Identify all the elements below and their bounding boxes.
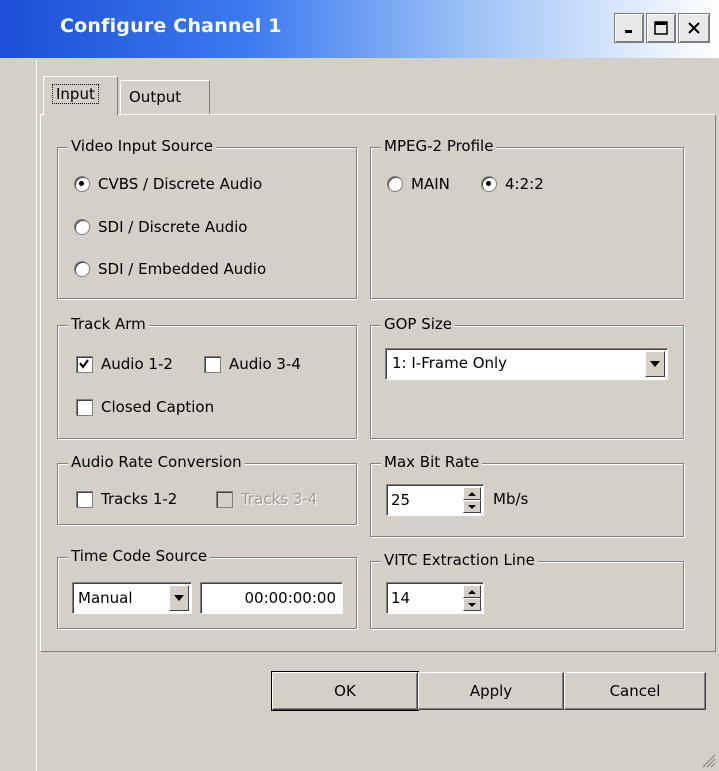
dialog-window: Configure Channel 1 Output Input Video I… [0,0,719,771]
checkbox-box[interactable] [76,490,93,508]
maximize-button[interactable] [646,13,676,43]
max-bit-rate-value: 25 [391,491,411,509]
spin-up-button[interactable] [463,585,481,598]
checkbox-audio-1-2[interactable]: Audio 1-2 [76,355,173,373]
title-bar[interactable]: Configure Channel 1 [0,0,719,58]
radio-label: CVBS / Discrete Audio [98,175,263,193]
checkbox-label: Audio 3-4 [229,355,301,373]
vitc-line-value: 14 [391,589,411,607]
group-label: Time Code Source [68,547,211,565]
group-label: VITC Extraction Line [381,551,538,569]
spin-up-button[interactable] [463,487,481,500]
radio-indicator[interactable] [387,176,403,192]
vitc-line-spinner[interactable] [463,585,481,611]
checkbox-box[interactable] [76,355,93,373]
radio-main[interactable]: MAIN [387,175,450,193]
radio-label: SDI / Embedded Audio [98,260,267,278]
radio-indicator[interactable] [74,261,90,277]
checkbox-label: Tracks 3-4 [241,490,318,508]
checkmark-icon [79,358,89,369]
checkbox-box[interactable] [204,355,221,373]
time-code-mode-value: Manual [78,589,133,607]
checkbox-audio-3-4[interactable]: Audio 3-4 [204,355,301,373]
minimize-button[interactable] [614,13,644,43]
group-label: Audio Rate Conversion [68,453,245,471]
radio-label: SDI / Discrete Audio [98,218,248,236]
track-arm-group: Track Arm [57,315,357,439]
time-code-value: 00:00:00:00 [244,589,336,607]
window-title: Configure Channel 1 [60,15,282,37]
radio-sdi-embedded[interactable]: SDI / Embedded Audio [74,260,266,278]
group-label: Max Bit Rate [381,453,483,471]
close-icon [688,22,700,34]
radio-label: MAIN [411,175,450,193]
radio-indicator[interactable] [481,176,497,192]
tab-input[interactable]: Input [43,76,118,116]
gop-size-group: GOP Size [370,315,684,439]
arrow-up-icon [468,491,476,496]
tab-output[interactable]: Output [120,80,210,116]
apply-button[interactable]: Apply [418,672,564,710]
radio-cvbs-discrete[interactable]: CVBS / Discrete Audio [74,175,262,193]
vitc-line-input[interactable]: 14 [386,582,484,614]
checkbox-label: Closed Caption [101,398,215,416]
chevron-down-icon [650,361,660,367]
maximize-icon [654,21,668,35]
minimize-icon [625,30,632,33]
close-button[interactable] [678,13,710,43]
checkbox-tracks-3-4: Tracks 3-4 [216,490,317,508]
group-label: Track Arm [68,315,149,333]
spin-down-button[interactable] [463,500,481,513]
dropdown-button[interactable] [169,585,189,611]
group-label: MPEG-2 Profile [381,137,497,155]
tab-output-label: Output [129,88,182,106]
ok-button[interactable]: OK [271,671,419,711]
gop-size-dropdown[interactable]: 1: I-Frame Only [385,348,668,380]
checkbox-label: Tracks 1-2 [101,490,178,508]
spin-down-button[interactable] [463,598,481,611]
cancel-button[interactable]: Cancel [564,672,706,710]
radio-indicator[interactable] [74,219,90,235]
chevron-down-icon [174,595,184,601]
radio-sdi-discrete[interactable]: SDI / Discrete Audio [74,218,247,236]
radio-label: 4:2:2 [505,175,544,193]
group-label: Video Input Source [68,137,216,155]
arrow-up-icon [468,589,476,594]
max-bit-rate-spinner[interactable] [463,487,481,513]
checkbox-closed-caption[interactable]: Closed Caption [76,398,214,416]
mpeg2-profile-group: MPEG-2 Profile [370,137,684,299]
arrow-down-icon [468,602,476,607]
gop-size-value: 1: I-Frame Only [392,354,508,372]
resize-grip-icon[interactable] [700,752,716,768]
checkbox-label: Audio 1-2 [101,355,173,373]
tab-input-label: Input [52,84,99,104]
radio-422[interactable]: 4:2:2 [481,175,544,193]
max-bit-rate-input[interactable]: 25 [386,484,484,516]
checkbox-box [216,490,233,508]
time-code-mode-dropdown[interactable]: Manual [72,582,192,614]
arrow-down-icon [468,504,476,509]
checkbox-tracks-1-2[interactable]: Tracks 1-2 [76,490,177,508]
time-code-input[interactable]: 00:00:00:00 [200,582,343,614]
max-bit-rate-unit: Mb/s [493,490,529,508]
dropdown-button[interactable] [645,351,665,377]
group-label: GOP Size [381,315,456,333]
radio-indicator[interactable] [74,176,90,192]
checkbox-box[interactable] [76,398,93,416]
